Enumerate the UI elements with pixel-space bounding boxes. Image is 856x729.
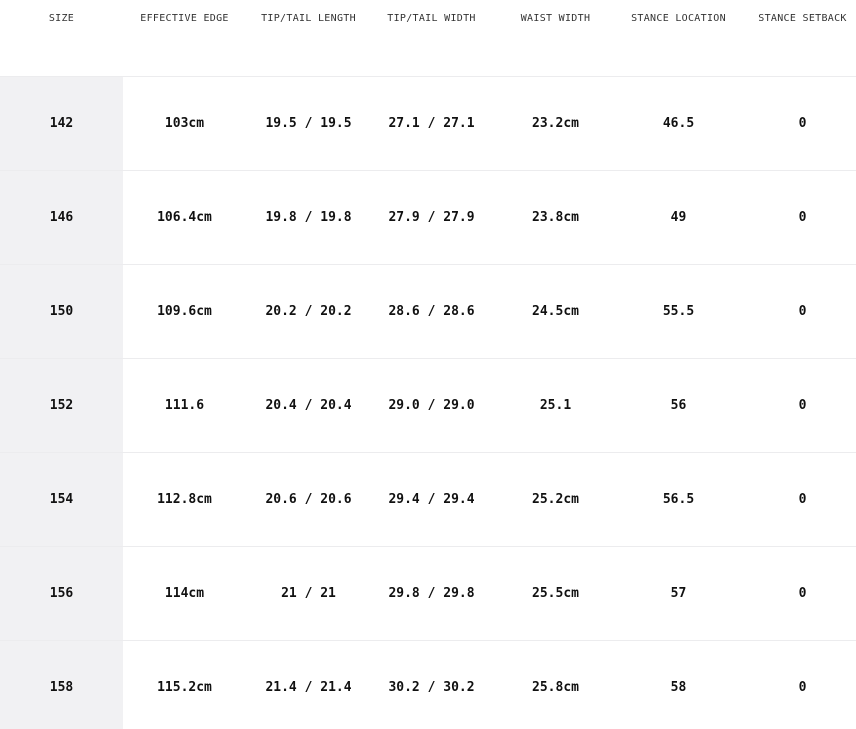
header-tip-tail-width: TIP/TAIL WIDTH: [387, 13, 476, 24]
cell-tip-tail-width: 27.1 / 27.1: [388, 116, 475, 131]
table-header-row: SIZE EFFECTIVE EDGE TIP/TAIL LENGTH TIP/…: [0, 0, 856, 77]
cell-effective-edge: 111.6: [164, 398, 205, 413]
table-body: 142 103cm 19.5 / 19.5 27.1 / 27.1 23.2cm…: [0, 77, 856, 729]
cell-effective-edge: 112.8cm: [157, 492, 212, 507]
cell-size: 150: [49, 304, 74, 319]
cell-tip-tail-length: 21 / 21: [281, 586, 336, 601]
cell-stance-setback: 0: [798, 680, 807, 695]
cell-waist-width: 25.5cm: [532, 586, 579, 601]
cell-size: 152: [49, 398, 74, 413]
cell-size: 142: [49, 116, 74, 131]
table-row: 154 112.8cm 20.6 / 20.6 29.4 / 29.4 25.2…: [0, 453, 856, 547]
cell-size: 156: [49, 586, 74, 601]
cell-stance-location: 58: [670, 680, 687, 695]
header-stance-location: STANCE LOCATION: [631, 13, 726, 24]
cell-stance-setback: 0: [798, 398, 807, 413]
cell-tip-tail-length: 20.4 / 20.4: [265, 398, 352, 413]
cell-waist-width: 24.5cm: [532, 304, 579, 319]
cell-effective-edge: 106.4cm: [157, 210, 212, 225]
cell-tip-tail-width: 29.0 / 29.0: [388, 398, 475, 413]
cell-waist-width: 23.2cm: [532, 116, 579, 131]
cell-tip-tail-width: 30.2 / 30.2: [388, 680, 475, 695]
table-row: 150 109.6cm 20.2 / 20.2 28.6 / 28.6 24.5…: [0, 265, 856, 359]
cell-tip-tail-length: 19.5 / 19.5: [265, 116, 352, 131]
header-size: SIZE: [48, 13, 75, 24]
cell-tip-tail-width: 29.4 / 29.4: [388, 492, 475, 507]
cell-waist-width: 25.2cm: [532, 492, 579, 507]
cell-effective-edge: 109.6cm: [157, 304, 212, 319]
cell-tip-tail-length: 21.4 / 21.4: [265, 680, 352, 695]
cell-stance-setback: 0: [798, 586, 807, 601]
cell-stance-location: 55.5: [662, 304, 695, 319]
cell-waist-width: 25.8cm: [532, 680, 579, 695]
cell-stance-location: 56: [670, 398, 687, 413]
header-tip-tail-length: TIP/TAIL LENGTH: [261, 13, 356, 24]
header-waist-width: WAIST WIDTH: [520, 13, 591, 24]
cell-tip-tail-length: 19.8 / 19.8: [265, 210, 352, 225]
cell-stance-location: 46.5: [662, 116, 695, 131]
table-row: 158 115.2cm 21.4 / 21.4 30.2 / 30.2 25.8…: [0, 641, 856, 729]
table-row: 156 114cm 21 / 21 29.8 / 29.8 25.5cm 57 …: [0, 547, 856, 641]
cell-waist-width: 25.1: [539, 398, 572, 413]
cell-stance-location: 49: [670, 210, 687, 225]
cell-size: 158: [49, 680, 74, 695]
cell-effective-edge: 114cm: [164, 586, 205, 601]
table-row: 142 103cm 19.5 / 19.5 27.1 / 27.1 23.2cm…: [0, 77, 856, 171]
cell-stance-setback: 0: [798, 304, 807, 319]
cell-tip-tail-length: 20.2 / 20.2: [265, 304, 352, 319]
cell-effective-edge: 103cm: [164, 116, 205, 131]
cell-stance-location: 57: [670, 586, 687, 601]
cell-waist-width: 23.8cm: [532, 210, 579, 225]
cell-effective-edge: 115.2cm: [157, 680, 212, 695]
cell-stance-location: 56.5: [662, 492, 695, 507]
cell-tip-tail-width: 27.9 / 27.9: [388, 210, 475, 225]
table-row: 152 111.6 20.4 / 20.4 29.0 / 29.0 25.1 5…: [0, 359, 856, 453]
header-stance-setback: STANCE SETBACK: [758, 13, 847, 24]
table-row: 146 106.4cm 19.8 / 19.8 27.9 / 27.9 23.8…: [0, 171, 856, 265]
cell-stance-setback: 0: [798, 116, 807, 131]
size-spec-table: SIZE EFFECTIVE EDGE TIP/TAIL LENGTH TIP/…: [0, 0, 856, 729]
cell-stance-setback: 0: [798, 210, 807, 225]
cell-size: 146: [49, 210, 74, 225]
cell-tip-tail-width: 29.8 / 29.8: [388, 586, 475, 601]
cell-tip-tail-length: 20.6 / 20.6: [265, 492, 352, 507]
cell-size: 154: [49, 492, 74, 507]
cell-stance-setback: 0: [798, 492, 807, 507]
cell-tip-tail-width: 28.6 / 28.6: [388, 304, 475, 319]
header-effective-edge: EFFECTIVE EDGE: [140, 13, 229, 24]
